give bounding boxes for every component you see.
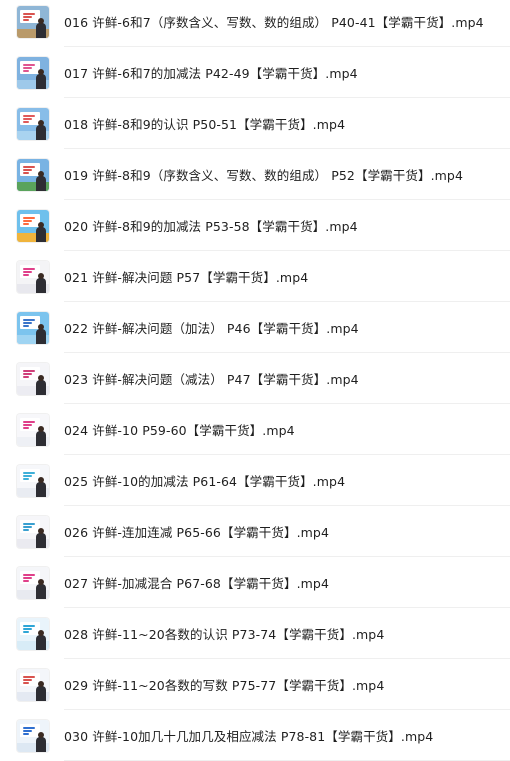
thumbnail-presenter [36, 175, 46, 191]
video-thumbnail[interactable] [17, 413, 49, 446]
thumbnail-presenter-head [38, 221, 44, 228]
thumbnail-presenter-head [38, 272, 44, 279]
file-name: 030 许鲜-10加几十几加几及相应减法 P78-81【学霸干货】.mp4 [64, 729, 434, 744]
file-name: 029 许鲜-11~20各数的写数 P75-77【学霸干货】.mp4 [64, 678, 385, 693]
file-name: 018 许鲜-8和9的认识 P50-51【学霸干货】.mp4 [64, 117, 346, 132]
thumbnail-whiteboard [20, 417, 40, 431]
thumbnail-presenter-head [38, 119, 44, 126]
thumbnail-whiteboard [20, 519, 40, 533]
thumbnail-presenter [36, 73, 46, 89]
thumbnail-presenter [36, 277, 46, 293]
file-name: 021 许鲜-解决问题 P57【学霸干货】.mp4 [64, 270, 309, 285]
thumbnail-presenter-head [38, 629, 44, 636]
thumbnail-presenter-head [38, 578, 44, 585]
file-name: 022 许鲜-解决问题（加法） P46【学霸干货】.mp4 [64, 321, 359, 336]
file-row[interactable]: 027 许鲜-加减混合 P67-68【学霸干货】.mp4 [0, 557, 510, 608]
file-row[interactable]: 026 许鲜-连加连减 P65-66【学霸干货】.mp4 [0, 506, 510, 557]
thumbnail-presenter-head [38, 527, 44, 534]
thumbnail-whiteboard [20, 264, 40, 278]
video-thumbnail[interactable] [17, 362, 49, 395]
thumbnail-presenter [36, 532, 46, 548]
file-name: 019 许鲜-8和9（序数含义、写数、数的组成） P52【学霸干货】.mp4 [64, 168, 464, 183]
thumbnail-whiteboard [20, 60, 40, 74]
file-row[interactable]: 028 许鲜-11~20各数的认识 P73-74【学霸干货】.mp4 [0, 608, 510, 659]
video-thumbnail[interactable] [17, 719, 49, 752]
file-list: 016 许鲜-6和7（序数含义、写数、数的组成） P40-41【学霸干货】.mp… [0, 0, 510, 761]
thumbnail-presenter-head [38, 170, 44, 177]
file-name: 024 许鲜-10 P59-60【学霸干货】.mp4 [64, 423, 295, 438]
thumbnail-presenter [36, 226, 46, 242]
thumbnail-whiteboard [20, 366, 40, 380]
thumbnail-whiteboard [20, 162, 40, 176]
thumbnail-whiteboard [20, 723, 40, 737]
file-row[interactable]: 016 许鲜-6和7（序数含义、写数、数的组成） P40-41【学霸干货】.mp… [0, 0, 510, 47]
thumbnail-presenter [36, 124, 46, 140]
file-name: 020 许鲜-8和9的加减法 P53-58【学霸干货】.mp4 [64, 219, 358, 234]
file-name: 016 许鲜-6和7（序数含义、写数、数的组成） P40-41【学霸干货】.mp… [64, 15, 484, 30]
thumbnail-whiteboard [20, 621, 40, 635]
file-name: 017 许鲜-6和7的加减法 P42-49【学霸干货】.mp4 [64, 66, 358, 81]
thumbnail-whiteboard [20, 111, 40, 125]
file-row[interactable]: 020 许鲜-8和9的加减法 P53-58【学霸干货】.mp4 [0, 200, 510, 251]
file-name: 023 许鲜-解决问题（减法） P47【学霸干货】.mp4 [64, 372, 359, 387]
file-row[interactable]: 030 许鲜-10加几十几加几及相应减法 P78-81【学霸干货】.mp4 [0, 710, 510, 761]
file-row[interactable]: 021 许鲜-解决问题 P57【学霸干货】.mp4 [0, 251, 510, 302]
file-name: 026 许鲜-连加连减 P65-66【学霸干货】.mp4 [64, 525, 330, 540]
video-thumbnail[interactable] [17, 566, 49, 599]
file-row[interactable]: 029 许鲜-11~20各数的写数 P75-77【学霸干货】.mp4 [0, 659, 510, 710]
thumbnail-presenter [36, 481, 46, 497]
thumbnail-presenter-head [38, 476, 44, 483]
thumbnail-presenter [36, 328, 46, 344]
thumbnail-presenter [36, 736, 46, 752]
file-row[interactable]: 017 许鲜-6和7的加减法 P42-49【学霸干货】.mp4 [0, 47, 510, 98]
thumbnail-presenter-head [38, 17, 44, 24]
thumbnail-whiteboard [20, 468, 40, 482]
file-row[interactable]: 024 许鲜-10 P59-60【学霸干货】.mp4 [0, 404, 510, 455]
video-thumbnail[interactable] [17, 464, 49, 497]
file-row[interactable]: 025 许鲜-10的加减法 P61-64【学霸干货】.mp4 [0, 455, 510, 506]
thumbnail-presenter [36, 22, 46, 38]
thumbnail-presenter [36, 430, 46, 446]
thumbnail-whiteboard [20, 672, 40, 686]
thumbnail-presenter [36, 634, 46, 650]
video-thumbnail[interactable] [17, 107, 49, 140]
video-thumbnail[interactable] [17, 56, 49, 89]
thumbnail-presenter [36, 685, 46, 701]
thumbnail-whiteboard [20, 315, 40, 329]
thumbnail-presenter-head [38, 680, 44, 687]
video-thumbnail[interactable] [17, 668, 49, 701]
thumbnail-whiteboard [20, 9, 40, 23]
file-name: 027 许鲜-加减混合 P67-68【学霸干货】.mp4 [64, 576, 330, 591]
thumbnail-whiteboard [20, 213, 40, 227]
video-thumbnail[interactable] [17, 209, 49, 242]
file-row[interactable]: 023 许鲜-解决问题（减法） P47【学霸干货】.mp4 [0, 353, 510, 404]
thumbnail-presenter-head [38, 68, 44, 75]
video-thumbnail[interactable] [17, 515, 49, 548]
video-thumbnail[interactable] [17, 158, 49, 191]
thumbnail-presenter-head [38, 425, 44, 432]
thumbnail-whiteboard [20, 570, 40, 584]
thumbnail-presenter-head [38, 731, 44, 738]
thumbnail-presenter [36, 583, 46, 599]
file-row[interactable]: 018 许鲜-8和9的认识 P50-51【学霸干货】.mp4 [0, 98, 510, 149]
file-row[interactable]: 019 许鲜-8和9（序数含义、写数、数的组成） P52【学霸干货】.mp4 [0, 149, 510, 200]
file-name: 025 许鲜-10的加减法 P61-64【学霸干货】.mp4 [64, 474, 346, 489]
thumbnail-presenter-head [38, 323, 44, 330]
file-name: 028 许鲜-11~20各数的认识 P73-74【学霸干货】.mp4 [64, 627, 385, 642]
file-row[interactable]: 022 许鲜-解决问题（加法） P46【学霸干货】.mp4 [0, 302, 510, 353]
thumbnail-presenter [36, 379, 46, 395]
video-thumbnail[interactable] [17, 260, 49, 293]
video-thumbnail[interactable] [17, 5, 49, 38]
video-thumbnail[interactable] [17, 311, 49, 344]
video-thumbnail[interactable] [17, 617, 49, 650]
thumbnail-presenter-head [38, 374, 44, 381]
